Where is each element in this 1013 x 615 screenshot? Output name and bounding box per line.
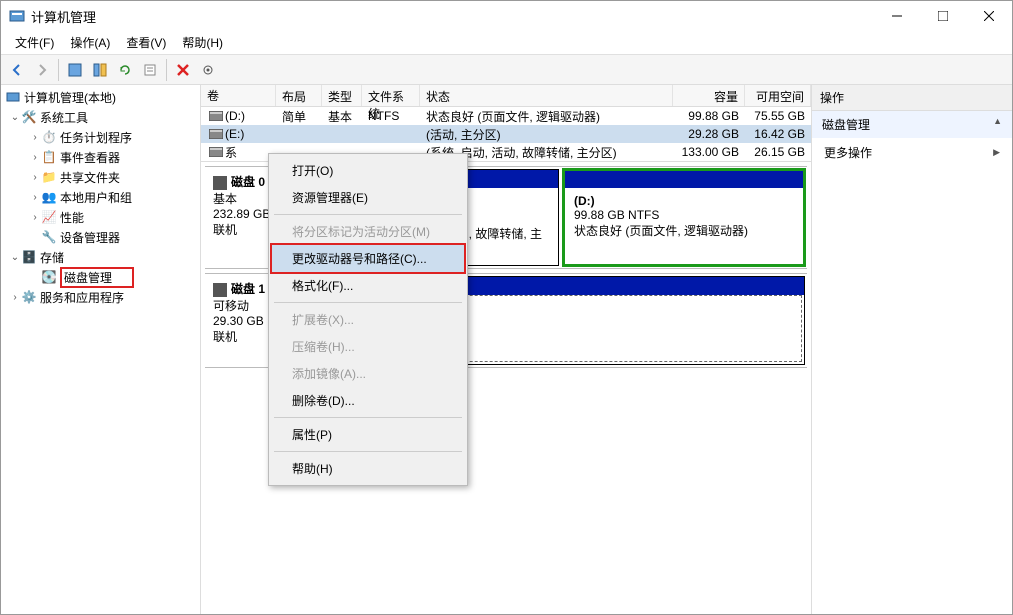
tree-storage[interactable]: ⌄🗄️存储 [1, 247, 200, 267]
col-fs[interactable]: 文件系统 [362, 85, 420, 106]
tree-performance[interactable]: ›📈性能 [1, 207, 200, 227]
tree-device-manager[interactable]: 🔧设备管理器 [1, 227, 200, 247]
ctx-separator [274, 214, 462, 215]
volume-icon [209, 126, 225, 142]
tree-root[interactable]: 计算机管理(本地) [1, 87, 200, 107]
nav-tree: 计算机管理(本地) ⌄🛠️系统工具 ›⏱️任务计划程序 ›📋事件查看器 ›📁共享… [1, 85, 201, 614]
partition-header-bar [564, 170, 804, 188]
tree-event-viewer[interactable]: ›📋事件查看器 [1, 147, 200, 167]
tree-system-tools[interactable]: ⌄🛠️系统工具 [1, 107, 200, 127]
minimize-button[interactable] [874, 1, 920, 31]
tree-local-users[interactable]: ›👥本地用户和组 [1, 187, 200, 207]
menubar: 文件(F) 操作(A) 查看(V) 帮助(H) [1, 31, 1012, 55]
tree-disk-management[interactable]: 💽磁盘管理 [1, 267, 200, 287]
storage-icon: 🗄️ [21, 249, 37, 265]
volume-table-header: 卷 布局 类型 文件系统 状态 容量 可用空间 [201, 85, 811, 107]
disk-icon: 💽 [41, 269, 57, 285]
ctx-extend: 扩展卷(X)... [272, 306, 464, 333]
ctx-mirror: 添加镜像(A)... [272, 360, 464, 387]
view1-button[interactable] [63, 58, 87, 82]
services-icon: ⚙️ [21, 289, 37, 305]
expand-icon: › [29, 212, 41, 223]
view2-button[interactable] [88, 58, 112, 82]
up-triangle-icon: ▲ [993, 116, 1002, 126]
col-volume[interactable]: 卷 [201, 85, 276, 106]
tools-icon: 🛠️ [21, 109, 37, 125]
delete-button[interactable] [171, 58, 195, 82]
ctx-help[interactable]: 帮助(H) [272, 455, 464, 482]
maximize-button[interactable] [920, 1, 966, 31]
titlebar: 计算机管理 [1, 1, 1012, 31]
col-layout[interactable]: 布局 [276, 85, 322, 106]
ctx-format[interactable]: 格式化(F)... [272, 272, 464, 299]
expand-icon: › [29, 192, 41, 203]
volume-table: 卷 布局 类型 文件系统 状态 容量 可用空间 (D:)简单基本NTFS状态良好… [201, 85, 811, 162]
volume-row[interactable]: (D:)简单基本NTFS状态良好 (页面文件, 逻辑驱动器)99.88 GB75… [201, 107, 811, 125]
expand-icon: › [29, 172, 41, 183]
disk-icon [213, 283, 227, 297]
actions-section: 磁盘管理▲ [812, 111, 1012, 138]
ctx-mark-active: 将分区标记为活动分区(M) [272, 218, 464, 245]
actions-panel: 操作 磁盘管理▲ 更多操作▶ [812, 85, 1012, 614]
menu-help[interactable]: 帮助(H) [174, 31, 231, 54]
perf-icon: 📈 [41, 209, 57, 225]
folder-icon: 📁 [41, 169, 57, 185]
ctx-separator [274, 302, 462, 303]
menu-file[interactable]: 文件(F) [7, 31, 62, 54]
ctx-properties[interactable]: 属性(P) [272, 421, 464, 448]
tree-shared-folders[interactable]: ›📁共享文件夹 [1, 167, 200, 187]
menu-action[interactable]: 操作(A) [62, 31, 118, 54]
ctx-change-drive-path[interactable]: 更改驱动器号和路径(C)... [272, 245, 464, 272]
partition-cell[interactable]: (D:)99.88 GB NTFS状态良好 (页面文件, 逻辑驱动器) [563, 169, 805, 266]
volume-icon [209, 144, 225, 160]
window-title: 计算机管理 [31, 7, 874, 26]
expand-icon: › [29, 132, 41, 143]
volume-row[interactable]: (E:)(活动, 主分区)29.28 GB16.42 GB [201, 125, 811, 143]
props-button[interactable] [138, 58, 162, 82]
forward-button[interactable] [30, 58, 54, 82]
volume-icon [209, 108, 225, 124]
clock-icon: ⏱️ [41, 129, 57, 145]
toolbar [1, 55, 1012, 85]
col-free[interactable]: 可用空间 [745, 85, 811, 106]
expand-icon: › [29, 152, 41, 163]
collapse-icon: ⌄ [9, 112, 21, 123]
expand-icon: › [9, 292, 21, 303]
col-type[interactable]: 类型 [322, 85, 362, 106]
menu-view[interactable]: 查看(V) [118, 31, 174, 54]
device-icon: 🔧 [41, 229, 57, 245]
users-icon: 👥 [41, 189, 57, 205]
ctx-separator [274, 417, 462, 418]
computer-icon [5, 89, 21, 105]
col-capacity[interactable]: 容量 [673, 85, 745, 106]
collapse-icon: ⌄ [9, 252, 21, 263]
tree-task-scheduler[interactable]: ›⏱️任务计划程序 [1, 127, 200, 147]
right-triangle-icon: ▶ [993, 147, 1000, 158]
actions-header: 操作 [812, 85, 1012, 111]
actions-more[interactable]: 更多操作▶ [812, 138, 1012, 167]
close-button[interactable] [966, 1, 1012, 31]
col-status[interactable]: 状态 [420, 85, 673, 106]
ctx-explorer[interactable]: 资源管理器(E) [272, 184, 464, 211]
app-icon [9, 8, 25, 24]
context-menu: 打开(O) 资源管理器(E) 将分区标记为活动分区(M) 更改驱动器号和路径(C… [268, 153, 468, 486]
ctx-open[interactable]: 打开(O) [272, 157, 464, 184]
tree-services[interactable]: ›⚙️服务和应用程序 [1, 287, 200, 307]
ctx-separator [274, 451, 462, 452]
event-icon: 📋 [41, 149, 57, 165]
refresh-button[interactable] [113, 58, 137, 82]
back-button[interactable] [5, 58, 29, 82]
ctx-shrink: 压缩卷(H)... [272, 333, 464, 360]
disk-icon [213, 176, 227, 190]
content-area: 计算机管理(本地) ⌄🛠️系统工具 ›⏱️任务计划程序 ›📋事件查看器 ›📁共享… [1, 85, 1012, 614]
settings-button[interactable] [196, 58, 220, 82]
ctx-delete[interactable]: 删除卷(D)... [272, 387, 464, 414]
